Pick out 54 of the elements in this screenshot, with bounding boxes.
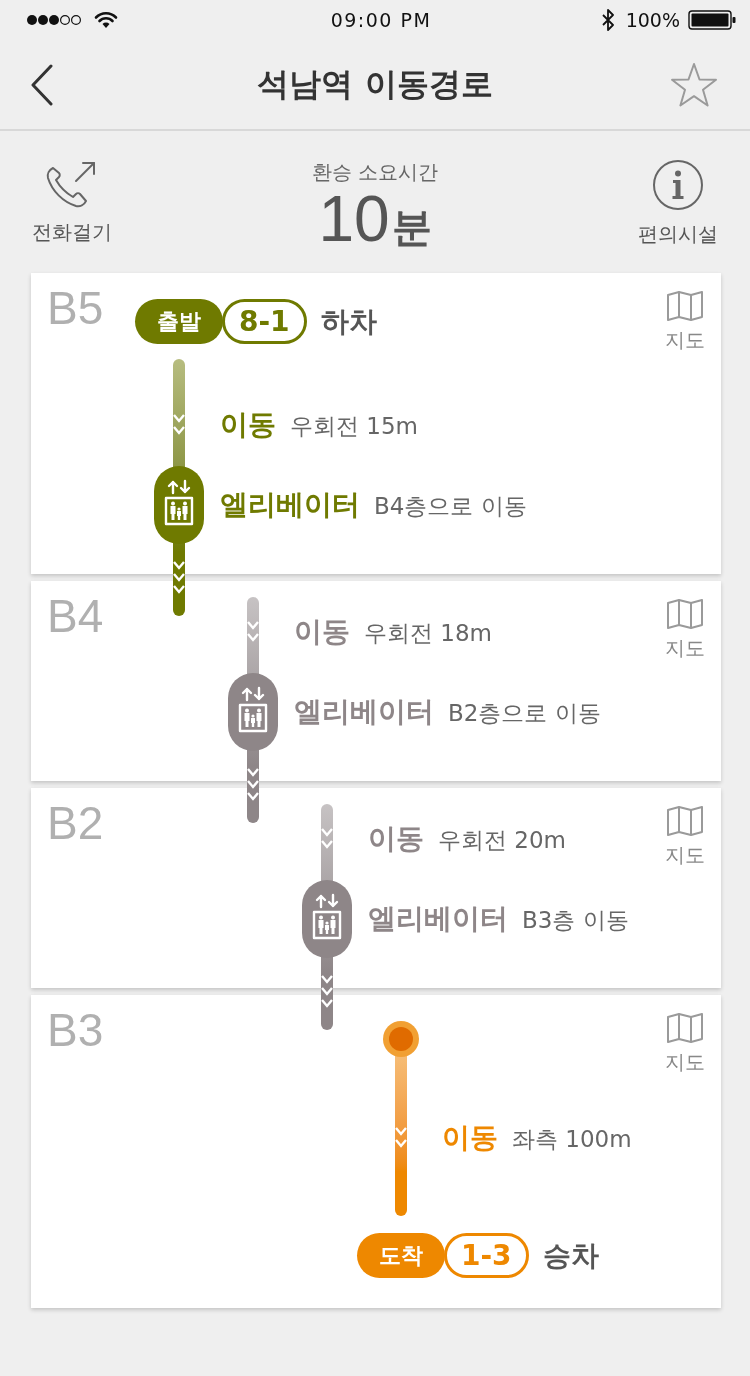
- map-icon: [667, 291, 703, 321]
- step-title: 엘리베이터: [368, 901, 508, 937]
- bluetooth-icon: [601, 9, 614, 31]
- map-button[interactable]: 지도: [665, 291, 705, 354]
- battery-percent: 100%: [625, 9, 680, 31]
- info-icon: [652, 159, 704, 211]
- elevator-icon: [302, 880, 352, 958]
- arrive-badge: 도착: [357, 1233, 445, 1278]
- platform-badge: 1-3: [444, 1233, 529, 1278]
- transfer-time-unit: 분: [391, 203, 432, 252]
- down-chevrons-icon: [173, 413, 185, 437]
- transfer-time-value: 10: [318, 187, 390, 251]
- call-button[interactable]: 전화걸기: [24, 159, 120, 246]
- down-chevrons-icon: [395, 1126, 407, 1150]
- map-button[interactable]: 지도: [665, 806, 705, 869]
- step-detail: 우회전 18m: [364, 619, 492, 648]
- step-detail: B4층으로 이동: [374, 492, 527, 521]
- map-button[interactable]: 지도: [665, 599, 705, 662]
- platform-badge: 8-1: [222, 299, 307, 344]
- transfer-time-caption: 환승 소요시간: [311, 159, 439, 185]
- step-title: 이동: [368, 821, 424, 857]
- floor-label: B2: [46, 796, 104, 846]
- down-chevrons-icon: [321, 827, 333, 851]
- floor-label: B4: [46, 589, 104, 639]
- map-icon: [667, 1013, 703, 1043]
- wifi-icon: [94, 11, 118, 29]
- elevator-icon: [154, 466, 204, 544]
- step-title: 이동: [294, 614, 350, 650]
- map-button[interactable]: 지도: [665, 1013, 705, 1076]
- floor-label: B3: [46, 1003, 104, 1053]
- star-icon[interactable]: [670, 61, 718, 108]
- depart-badge: 출발: [135, 299, 223, 344]
- back-icon[interactable]: [30, 63, 54, 106]
- step-detail: B2층으로 이동: [448, 699, 601, 728]
- map-icon: [667, 599, 703, 629]
- action-label: 하차: [320, 303, 377, 340]
- battery-icon: [688, 10, 736, 30]
- step-detail: B3층 이동: [522, 906, 629, 935]
- step-detail: 우회전 20m: [438, 826, 566, 855]
- step-title: 이동: [220, 407, 276, 443]
- elevator-icon: [228, 673, 278, 751]
- step-detail: 좌측 100m: [512, 1125, 632, 1154]
- action-label: 승차: [542, 1237, 599, 1274]
- floor-label: B5: [46, 281, 104, 331]
- facilities-button[interactable]: 편의시설: [630, 159, 726, 248]
- map-icon: [667, 806, 703, 836]
- status-time: 09:00 PM: [330, 9, 432, 31]
- down-chevrons-icon: [247, 620, 259, 644]
- step-title: 이동: [442, 1120, 498, 1156]
- step-title: 엘리베이터: [220, 487, 360, 523]
- page-title: 석남역 이동경로: [256, 63, 494, 105]
- step-title: 엘리베이터: [294, 694, 434, 730]
- signal-icon: [26, 14, 82, 26]
- step-detail: 우회전 15m: [290, 412, 418, 441]
